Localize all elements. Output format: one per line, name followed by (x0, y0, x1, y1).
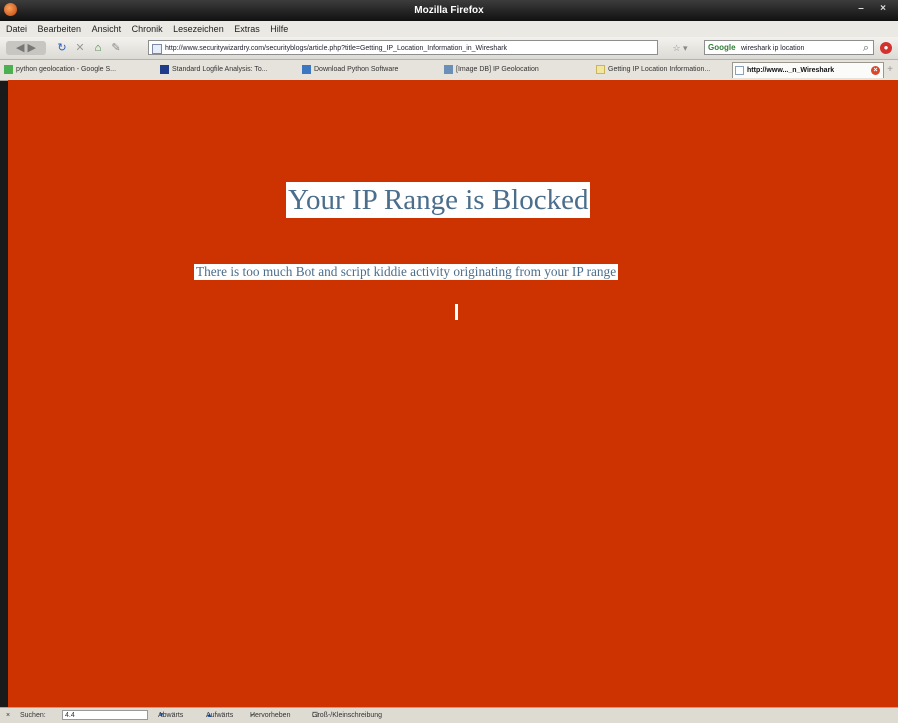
search-engine-icon[interactable]: Google (708, 43, 736, 53)
page-favicon (596, 65, 605, 74)
text-cursor (455, 304, 458, 320)
image-favicon (444, 65, 453, 74)
tab-wireshark-active[interactable]: http://www..._n_Wireshark × (732, 62, 884, 78)
menu-ansicht[interactable]: Ansicht (92, 24, 122, 34)
tab-logfile-analysis[interactable]: Standard Logfile Analysis: To... (158, 62, 294, 78)
menu-hilfe[interactable]: Hilfe (270, 24, 288, 34)
new-tab-icon[interactable]: + (884, 63, 896, 77)
reload-icon[interactable]: ↻ (56, 41, 68, 55)
search-box[interactable]: Google wireshark ip location (704, 40, 874, 55)
tab-ip-geolocation[interactable]: [Image DB] IP Geolocation (442, 62, 572, 78)
close-window-icon[interactable]: × (876, 3, 890, 15)
find-input[interactable]: 4.4 (62, 710, 148, 720)
home-icon[interactable]: ⌂ (92, 41, 104, 55)
tab-close-icon[interactable]: × (871, 66, 880, 75)
url-bar[interactable]: http://www.securitywizardry.com/security… (148, 40, 658, 55)
menu-extras[interactable]: Extras (234, 24, 260, 34)
star-icon[interactable]: ☆ ▾ (668, 41, 692, 55)
magnifier-icon[interactable]: ⌕ (860, 41, 872, 55)
stop-icon[interactable]: ✕ (74, 41, 86, 55)
back-forward-icon[interactable]: ◀ ▶ (6, 41, 46, 55)
block-message: There is too much Bot and script kiddie … (194, 264, 619, 280)
navigation-toolbar: ◀ ▶ ↻ ✕ ⌂ ✎ http://www.securitywizardry.… (0, 37, 898, 60)
menu-chronik[interactable]: Chronik (132, 24, 163, 34)
window-titlebar: Mozilla Firefox – × (0, 0, 898, 21)
tab-download-python[interactable]: Download Python Software (300, 62, 418, 78)
google-favicon (4, 65, 13, 74)
tab-ip-location-info[interactable]: Getting IP Location Information... (594, 62, 720, 78)
adblock-icon[interactable]: ● (880, 42, 892, 54)
find-bar: × Suchen: 4.4 ▼ Abwärts ▲ Aufwärts ✓ Her… (0, 707, 898, 723)
page-icon (152, 44, 162, 54)
tab-bar: python geolocation - Google S... Standar… (0, 60, 898, 81)
bookmark-icon[interactable]: ✎ (110, 41, 122, 55)
menu-datei[interactable]: Datei (6, 24, 27, 34)
url-text: http://www.securitywizardry.com/security… (165, 45, 508, 52)
search-input[interactable]: wireshark ip location (741, 45, 804, 52)
menu-lesezeichen[interactable]: Lesezeichen (173, 24, 224, 34)
menu-bearbeiten[interactable]: Bearbeiten (38, 24, 82, 34)
window-title: Mozilla Firefox (414, 5, 484, 16)
find-label: Suchen: (20, 712, 46, 719)
python-favicon (302, 65, 311, 74)
page-title: Your IP Range is Blocked (286, 182, 591, 218)
firefox-icon (4, 3, 17, 16)
menu-bar: Datei Bearbeiten Ansicht Chronik Lesezei… (0, 21, 898, 37)
minimize-icon[interactable]: – (854, 3, 868, 15)
page-content: Your IP Range is Blocked There is too mu… (8, 80, 898, 707)
page-favicon (735, 66, 744, 75)
find-close-icon[interactable]: × (6, 708, 10, 723)
tab-python-geolocation[interactable]: python geolocation - Google S... (2, 62, 152, 78)
site-favicon (160, 65, 169, 74)
